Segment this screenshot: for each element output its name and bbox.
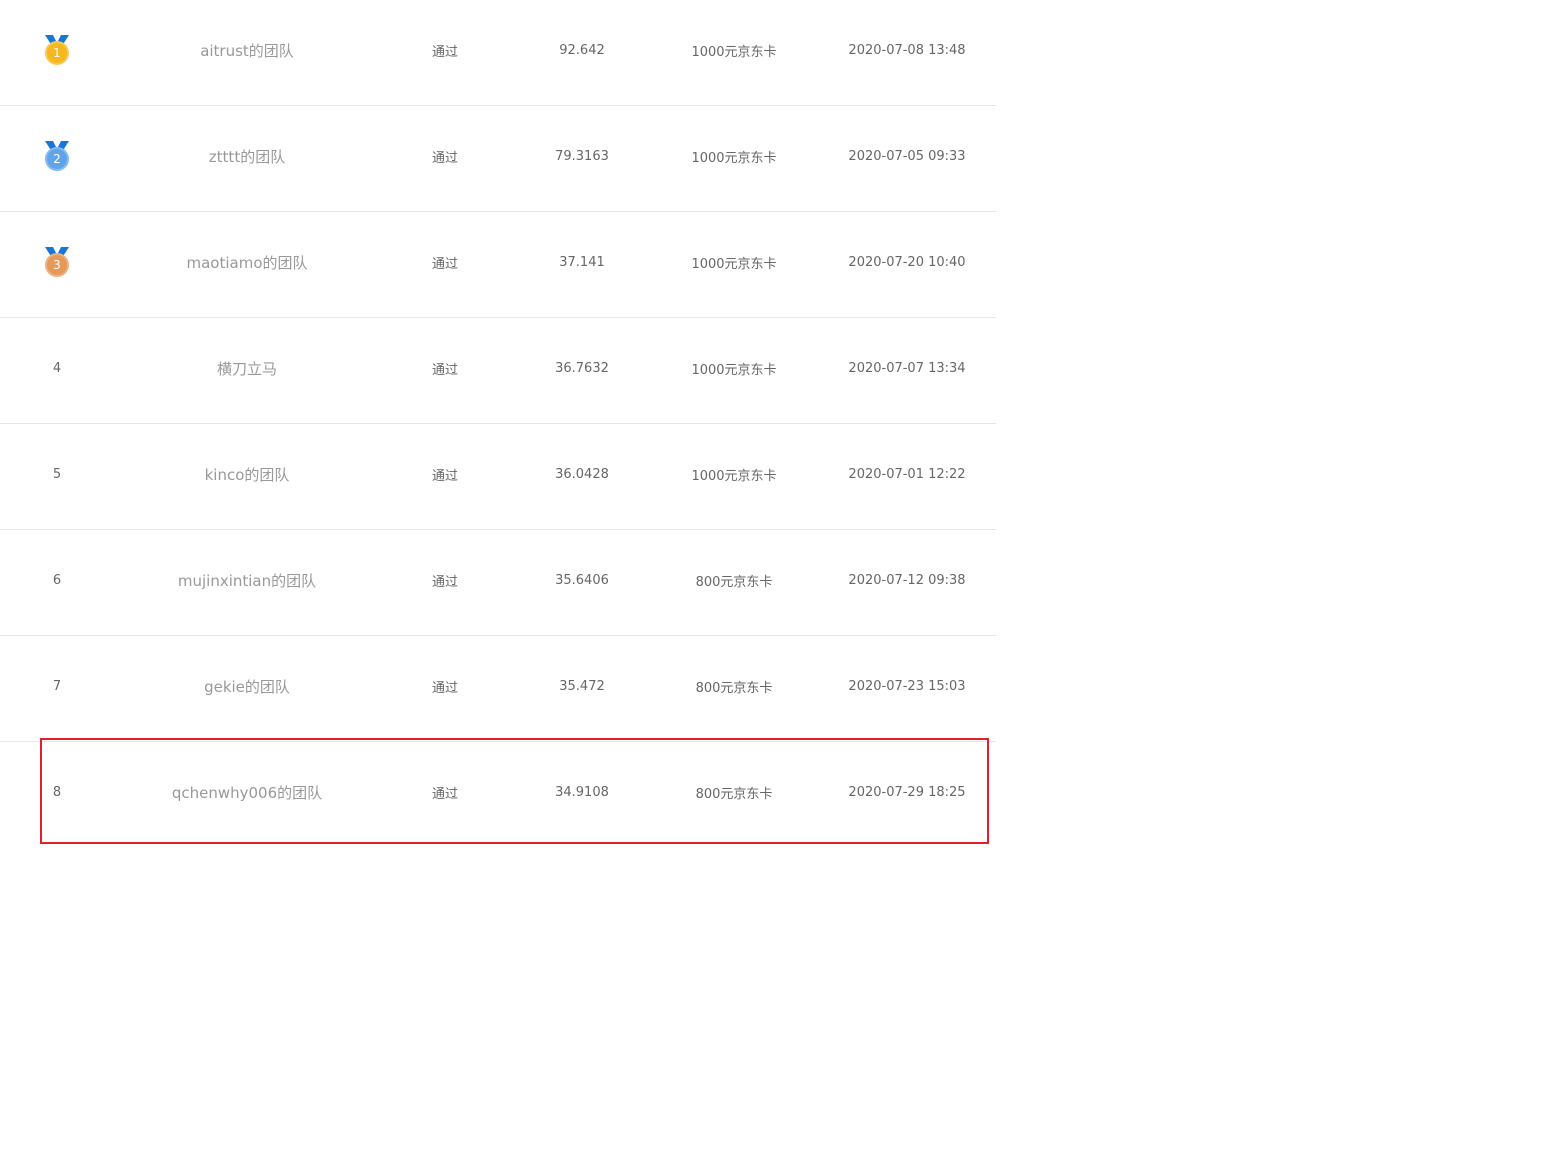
rank-number: 8 [52,784,62,800]
team-name: mujinxintian的团队 [177,571,317,590]
team-name: 横刀立马 [216,359,277,378]
team-name: maotiamo的团队 [186,253,308,272]
score-value: 36.7632 [555,360,609,376]
score-value: 79.3163 [555,148,609,164]
medal-rank-number: 1 [45,41,69,65]
medal-rank-number: 3 [45,253,69,277]
prize-text: 800元京东卡 [695,786,773,802]
table-row: 5 kinco的团队 通过 36.0428 1000元京东卡 2020-07-0… [0,424,996,530]
gold-medal-icon: 1 [43,35,71,65]
team-name: ztttt的团队 [208,147,286,166]
status-text: 通过 [431,468,458,484]
submit-time: 2020-07-01 12:22 [848,466,966,482]
prize-text: 800元京东卡 [695,574,773,590]
status-text: 通过 [431,786,458,802]
prize-text: 1000元京东卡 [691,468,777,484]
prize-text: 1000元京东卡 [691,150,777,166]
prize-text: 800元京东卡 [695,680,773,696]
table-row: 3 maotiamo的团队 通过 37.141 1000元京东卡 2020-07… [0,212,996,318]
score-value: 35.6406 [555,572,609,588]
rank-number: 7 [52,678,62,694]
rank-number: 6 [52,572,62,588]
team-name: aitrust的团队 [200,41,294,60]
status-text: 通过 [431,574,458,590]
score-value: 34.9108 [555,784,609,800]
leaderboard-table: 1 aitrust的团队 通过 92.642 1000元京东卡 2020-07-… [0,0,996,848]
submit-time: 2020-07-08 13:48 [848,42,966,58]
table-row: 6 mujinxintian的团队 通过 35.6406 800元京东卡 202… [0,530,996,636]
rank-cell: 3 [20,212,94,312]
bronze-medal-icon: 3 [43,247,71,277]
submit-time: 2020-07-07 13:34 [848,360,966,376]
rank-number: 4 [52,360,62,376]
team-name: qchenwhy006的团队 [171,783,323,802]
submit-time: 2020-07-23 15:03 [848,678,966,694]
submit-time: 2020-07-12 09:38 [848,572,966,588]
status-text: 通过 [431,256,458,272]
submit-time: 2020-07-20 10:40 [848,254,966,270]
team-name: gekie的团队 [204,677,290,696]
submit-time: 2020-07-05 09:33 [848,148,966,164]
medal-rank-number: 2 [45,147,69,171]
team-name: kinco的团队 [204,465,290,484]
score-value: 35.472 [559,678,605,694]
prize-text: 1000元京东卡 [691,256,777,272]
rank-cell: 2 [20,106,94,206]
prize-text: 1000元京东卡 [691,44,777,60]
submit-time: 2020-07-29 18:25 [848,784,966,800]
table-row: 2 ztttt的团队 通过 79.3163 1000元京东卡 2020-07-0… [0,106,996,212]
prize-text: 1000元京东卡 [691,362,777,378]
table-row: 7 gekie的团队 通过 35.472 800元京东卡 2020-07-23 … [0,636,996,742]
score-value: 37.141 [559,254,605,270]
score-value: 36.0428 [555,466,609,482]
rank-number: 5 [52,466,62,482]
score-value: 92.642 [559,42,605,58]
status-text: 通过 [431,680,458,696]
table-row: 8 qchenwhy006的团队 通过 34.9108 800元京东卡 2020… [0,742,996,848]
status-text: 通过 [431,362,458,378]
status-text: 通过 [431,150,458,166]
table-row: 1 aitrust的团队 通过 92.642 1000元京东卡 2020-07-… [0,0,996,106]
table-row: 4 横刀立马 通过 36.7632 1000元京东卡 2020-07-07 13… [0,318,996,424]
status-text: 通过 [431,44,458,60]
silver-medal-icon: 2 [43,141,71,171]
rank-cell: 1 [20,0,94,100]
